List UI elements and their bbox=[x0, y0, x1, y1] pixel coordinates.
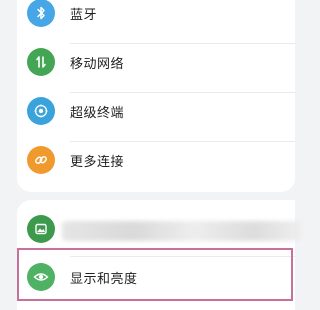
settings-item-label: 超级终端 bbox=[70, 105, 125, 121]
settings-item-mobile-network[interactable]: 移动网络 bbox=[17, 38, 295, 86]
settings-item-display-brightness[interactable]: 显示和亮度 bbox=[17, 253, 295, 301]
settings-item-bluetooth[interactable]: 蓝牙 bbox=[17, 0, 295, 37]
settings-item-label: 更多连接 bbox=[70, 154, 125, 170]
settings-item-obscured[interactable] bbox=[17, 205, 302, 253]
settings-item-label: 移动网络 bbox=[70, 56, 125, 72]
connectivity-settings-card: 蓝牙 移动网络 超级终端 更多连接 bbox=[17, 0, 295, 192]
super-device-icon bbox=[27, 97, 55, 125]
obscured-label bbox=[62, 221, 302, 241]
display-settings-card: 显示和亮度 bbox=[17, 200, 302, 310]
bluetooth-icon bbox=[27, 0, 55, 27]
settings-item-super-device[interactable]: 超级终端 bbox=[17, 87, 295, 135]
eye-icon bbox=[27, 263, 55, 291]
settings-item-label: 显示和亮度 bbox=[70, 271, 138, 287]
mobile-network-icon bbox=[27, 48, 55, 76]
settings-item-more-connections[interactable]: 更多连接 bbox=[17, 136, 295, 184]
gallery-icon bbox=[27, 215, 55, 243]
settings-item-label: 蓝牙 bbox=[70, 7, 98, 23]
link-icon bbox=[27, 146, 55, 174]
